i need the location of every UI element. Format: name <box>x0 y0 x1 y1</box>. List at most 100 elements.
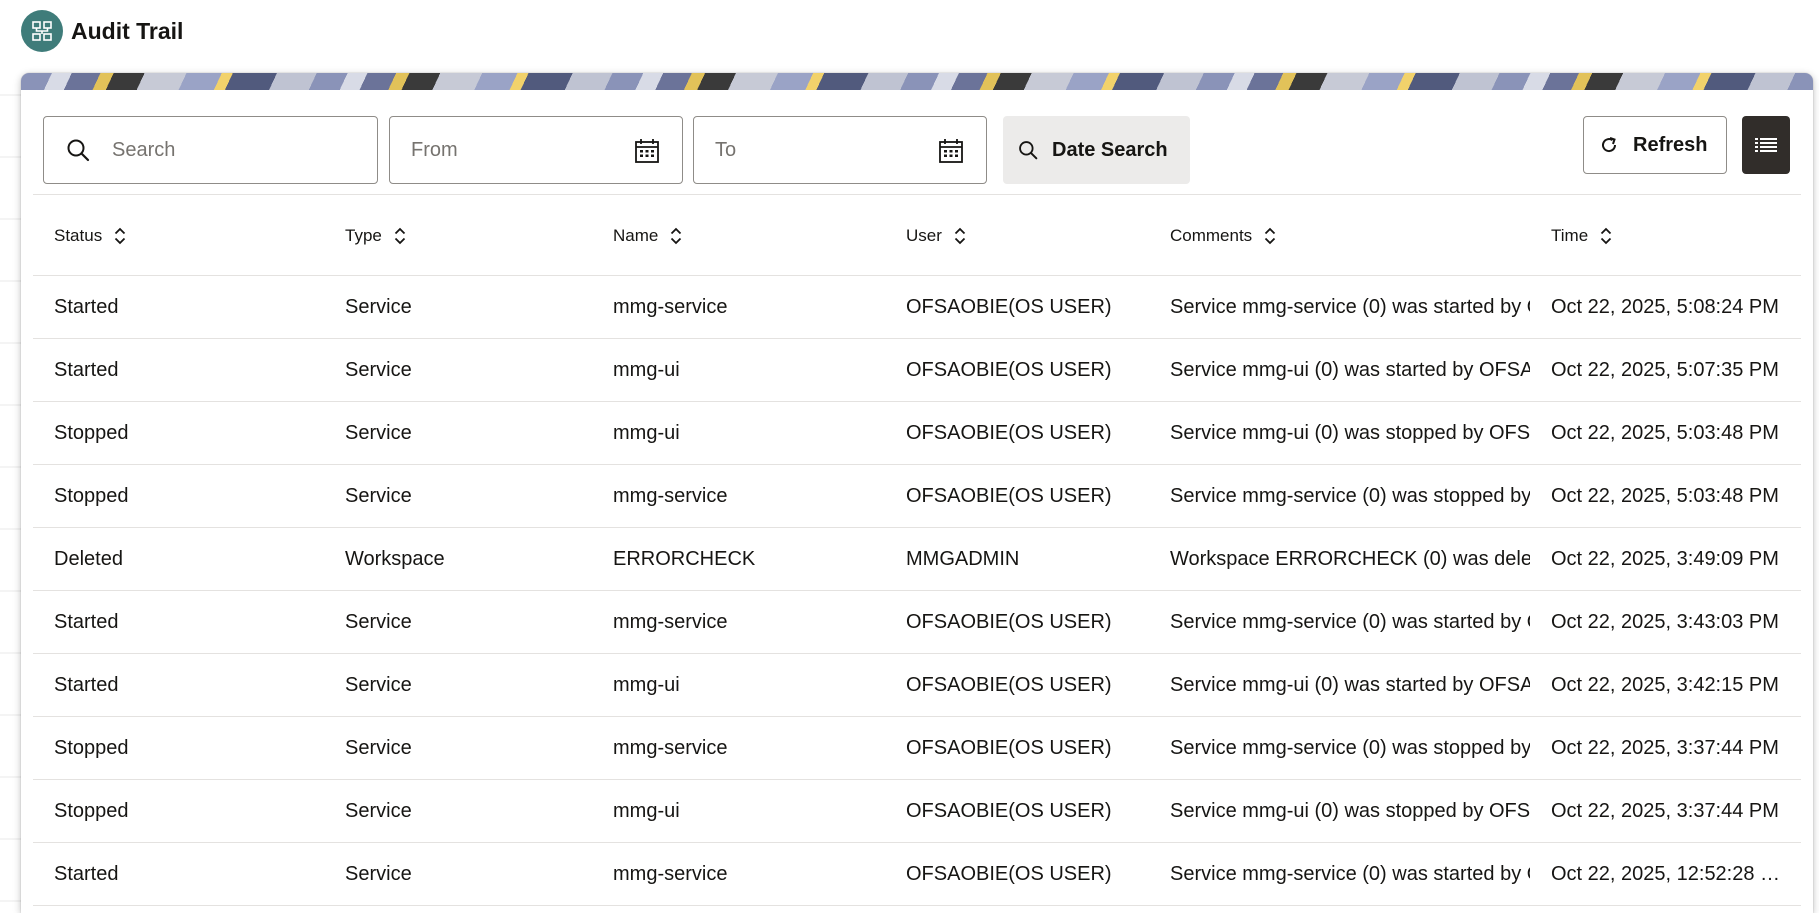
cell-status: Started <box>54 296 119 318</box>
audit-table: Status Type Name User Comments Time Started Se… <box>33 195 1801 906</box>
search-input[interactable] <box>112 138 312 162</box>
cell-user: OFSAOBIE(OS USER) <box>906 737 1112 759</box>
cell-type: Service <box>345 800 412 822</box>
date-search-button[interactable]: Date Search <box>1003 116 1190 184</box>
cell-user: OFSAOBIE(OS USER) <box>906 863 1112 885</box>
calendar-icon[interactable] <box>634 138 660 164</box>
cell-name: mmg-ui <box>613 800 680 822</box>
table-header: Status Type Name User Comments Time <box>33 195 1801 276</box>
cell-status: Started <box>54 359 119 381</box>
cell-name: mmg-service <box>613 296 728 318</box>
refresh-button[interactable]: Refresh <box>1583 116 1727 174</box>
cell-time: Oct 22, 2025, 3:37:44 PM <box>1551 800 1779 822</box>
sort-icon[interactable] <box>1264 227 1276 245</box>
cell-type: Service <box>345 863 412 885</box>
cell-status: Stopped <box>54 737 129 759</box>
table-row[interactable]: Stopped Service mmg-ui OFSAOBIE(OS USER) Ser… <box>33 402 1801 465</box>
refresh-icon <box>1599 135 1619 155</box>
cell-comments: Service mmg-service (0) was started by O… <box>1170 863 1530 885</box>
table-row[interactable]: Stopped Service mmg-service OFSAOBIE(OS USE… <box>33 717 1801 780</box>
sort-icon[interactable] <box>114 227 126 245</box>
toolbar: Date Search Refresh <box>21 90 1813 194</box>
search-icon <box>1018 140 1038 160</box>
column-header-name[interactable]: Name <box>613 195 893 276</box>
table-body: Started Service mmg-service OFSAOBIE(OS USE… <box>33 276 1801 906</box>
column-header-label: Time <box>1551 225 1589 245</box>
sort-icon[interactable] <box>1600 227 1612 245</box>
cell-status: Deleted <box>54 548 123 570</box>
cell-name: mmg-ui <box>613 359 680 381</box>
cell-status: Started <box>54 863 119 885</box>
cell-comments: Service mmg-service (0) was started by O… <box>1170 611 1530 633</box>
table-row[interactable]: Started Service mmg-service OFSAOBIE(OS USE… <box>33 843 1801 906</box>
table-row[interactable]: Started Service mmg-service OFSAOBIE(OS USE… <box>33 591 1801 654</box>
cell-time: Oct 22, 2025, 5:08:24 PM <box>1551 296 1779 318</box>
sort-icon[interactable] <box>954 227 966 245</box>
to-date-field[interactable] <box>693 116 987 184</box>
cell-comments: Service mmg-ui (0) was started by OFSAOB… <box>1170 674 1530 696</box>
cell-name: mmg-service <box>613 863 728 885</box>
table-row[interactable]: Started Service mmg-ui OFSAOBIE(OS USER) Ser… <box>33 339 1801 402</box>
cell-user: OFSAOBIE(OS USER) <box>906 485 1112 507</box>
cell-name: mmg-ui <box>613 674 680 696</box>
cell-name: mmg-service <box>613 611 728 633</box>
table-row[interactable]: Started Service mmg-ui OFSAOBIE(OS USER) Ser… <box>33 654 1801 717</box>
cell-status: Stopped <box>54 485 129 507</box>
cell-comments: Service mmg-ui (0) was started by OFSAOB… <box>1170 359 1530 381</box>
cell-status: Stopped <box>54 422 129 444</box>
from-date-field[interactable] <box>389 116 683 184</box>
column-header-label: Status <box>54 225 103 245</box>
column-header-label: User <box>906 225 942 245</box>
column-header-user[interactable]: User <box>906 195 1161 276</box>
cell-name: mmg-service <box>613 737 728 759</box>
cell-time: Oct 22, 2025, 5:03:48 PM <box>1551 485 1779 507</box>
sort-icon[interactable] <box>394 227 406 245</box>
cell-comments: Service mmg-service (0) was stopped by O… <box>1170 737 1530 759</box>
cell-time: Oct 22, 2025, 3:49:09 PM <box>1551 548 1779 570</box>
cell-time: Oct 22, 2025, 12:52:28 PM <box>1551 863 1787 885</box>
cell-user: OFSAOBIE(OS USER) <box>906 296 1112 318</box>
calendar-icon[interactable] <box>938 138 964 164</box>
cell-user: OFSAOBIE(OS USER) <box>906 359 1112 381</box>
cell-comments: Service mmg-ui (0) was stopped by OFSAOB… <box>1170 422 1530 444</box>
cell-comments: Workspace ERRORCHECK (0) was deleted by … <box>1170 548 1530 570</box>
cell-comments: Service mmg-service (0) was stopped by O… <box>1170 485 1530 507</box>
cell-user: OFSAOBIE(OS USER) <box>906 800 1112 822</box>
cell-type: Service <box>345 296 412 318</box>
cell-type: Service <box>345 422 412 444</box>
search-field[interactable] <box>43 116 378 184</box>
list-view-button[interactable] <box>1742 116 1790 174</box>
cell-type: Service <box>345 737 412 759</box>
column-header-comments[interactable]: Comments <box>1170 195 1540 276</box>
cell-comments: Service mmg-ui (0) was stopped by OFSAOB… <box>1170 800 1530 822</box>
audit-panel: Date Search Refresh <box>21 73 1813 913</box>
table-row[interactable]: Stopped Service mmg-ui OFSAOBIE(OS USER) Ser… <box>33 780 1801 843</box>
cell-status: Started <box>54 674 119 696</box>
cell-status: Stopped <box>54 800 129 822</box>
refresh-label: Refresh <box>1633 133 1708 156</box>
column-header-status[interactable]: Status <box>54 195 334 276</box>
cell-user: MMGADMIN <box>906 548 1020 570</box>
search-icon <box>66 138 90 162</box>
column-header-time[interactable]: Time <box>1551 195 1787 276</box>
cell-time: Oct 22, 2025, 3:43:03 PM <box>1551 611 1779 633</box>
cell-name: mmg-ui <box>613 422 680 444</box>
cell-type: Service <box>345 485 412 507</box>
from-date-input[interactable] <box>411 138 611 162</box>
table-row[interactable]: Deleted Workspace ERRORCHECK MMGADMIN Worksp… <box>33 528 1801 591</box>
column-header-label: Comments <box>1170 225 1253 245</box>
cell-user: OFSAOBIE(OS USER) <box>906 422 1112 444</box>
cell-type: Service <box>345 359 412 381</box>
column-header-label: Name <box>613 225 659 245</box>
to-date-input[interactable] <box>715 138 915 162</box>
page-backdrop <box>0 64 21 907</box>
list-icon <box>1755 137 1777 153</box>
table-row[interactable]: Stopped Service mmg-service OFSAOBIE(OS USE… <box>33 465 1801 528</box>
cell-comments: Service mmg-service (0) was started by O… <box>1170 296 1530 318</box>
column-header-type[interactable]: Type <box>345 195 600 276</box>
table-row[interactable]: Started Service mmg-service OFSAOBIE(OS USE… <box>33 276 1801 339</box>
cell-type: Service <box>345 674 412 696</box>
sort-icon[interactable] <box>670 227 682 245</box>
hierarchy-icon <box>21 10 63 52</box>
cell-time: Oct 22, 2025, 3:37:44 PM <box>1551 737 1779 759</box>
